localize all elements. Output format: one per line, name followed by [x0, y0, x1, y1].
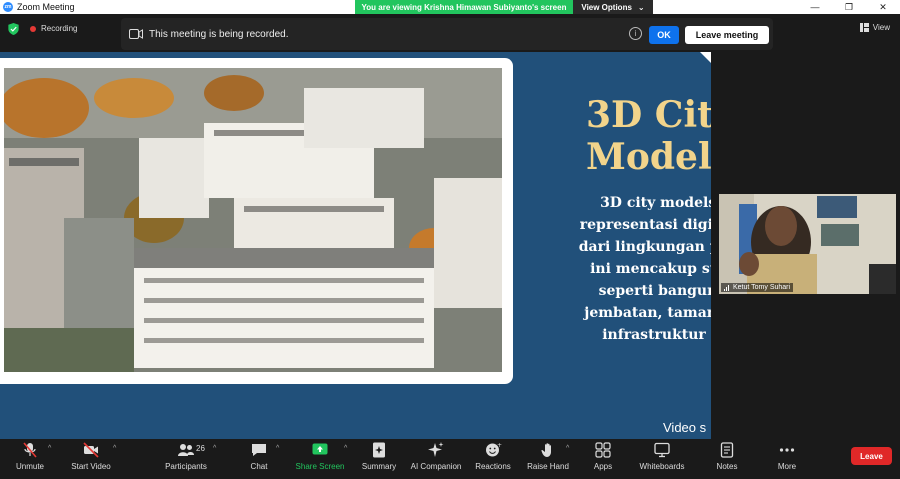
- more-label: More: [777, 462, 797, 471]
- audio-options-caret[interactable]: ^: [48, 445, 51, 452]
- slide-title-line: 3D Cit: [586, 94, 711, 136]
- more-dots-icon: [779, 448, 795, 452]
- raise-hand-label: Raise Hand: [527, 462, 569, 471]
- smiley-icon: +: [486, 442, 502, 457]
- zoom-window: zm Zoom Meeting — ❐ ✕ You are viewing Kr…: [0, 0, 900, 479]
- info-icon[interactable]: i: [629, 27, 642, 40]
- slide-corner-decoration: [700, 52, 711, 63]
- share-screen-label: Share Screen: [295, 462, 345, 471]
- grid-view-icon: [859, 23, 869, 32]
- raise-hand-button[interactable]: Raise Hand: [527, 441, 569, 475]
- chat-label: Chat: [250, 462, 268, 471]
- participants-label: Participants: [165, 462, 207, 471]
- slide-title: 3D Cit Model: [586, 94, 711, 178]
- apps-label: Apps: [593, 462, 613, 471]
- slide-body-line: seperti bangunan,: [598, 283, 711, 299]
- participants-count: 26: [196, 444, 205, 453]
- chat-button[interactable]: Chat: [248, 441, 270, 475]
- participants-options-caret[interactable]: ^: [213, 445, 216, 452]
- video-camera-off-icon: [83, 442, 99, 458]
- chat-bubble-icon: [252, 444, 266, 456]
- participant-video-tile[interactable]: Ketut Tomy Suhari: [719, 194, 896, 294]
- view-options-label: View Options: [581, 2, 632, 12]
- ai-companion-button[interactable]: AI Companion: [409, 441, 463, 475]
- whiteboards-label: Whiteboards: [639, 462, 685, 471]
- recording-notice: This meeting is being recorded. i OK Lea…: [121, 18, 773, 50]
- share-options-caret[interactable]: ^: [344, 445, 347, 452]
- slide-body-line: dari lingkungan perkot: [578, 239, 711, 255]
- svg-text:+: +: [497, 442, 502, 449]
- notes-icon: [720, 442, 734, 458]
- notes-button[interactable]: Notes: [714, 441, 740, 475]
- ok-button[interactable]: OK: [649, 26, 679, 44]
- slide-body-line: jembatan, taman, dan: [584, 305, 711, 321]
- window-title: Zoom Meeting: [17, 2, 75, 12]
- participants-icon: [178, 444, 194, 456]
- more-button[interactable]: More: [775, 441, 799, 475]
- unmute-label: Unmute: [15, 462, 44, 471]
- share-screen-icon: [312, 443, 328, 455]
- minimize-button[interactable]: —: [798, 0, 832, 14]
- slide-body: 3D city models ad representasi digital t…: [540, 192, 711, 346]
- share-screen-button[interactable]: Share Screen: [296, 441, 344, 475]
- sparkle-icon: [428, 442, 444, 457]
- slide-photo-frame: [0, 58, 513, 384]
- recording-indicator[interactable]: Recording: [30, 24, 77, 33]
- apps-button[interactable]: Apps: [592, 441, 614, 475]
- participant-video: [719, 194, 896, 294]
- notes-label: Notes: [716, 462, 738, 471]
- city-aerial-photo: [4, 68, 502, 372]
- summary-document-icon: [373, 442, 385, 458]
- view-button[interactable]: View: [859, 23, 890, 32]
- meeting-toolbar: Unmute ^ Start Video ^ Participants 26 ^: [0, 439, 900, 479]
- leave-meeting-button[interactable]: Leave meeting: [685, 26, 769, 44]
- start-video-label: Start Video: [71, 462, 111, 471]
- close-button[interactable]: ✕: [866, 0, 900, 14]
- participant-name-tag: Ketut Tomy Suhari: [721, 283, 794, 292]
- unmute-button[interactable]: Unmute: [14, 441, 46, 475]
- maximize-button[interactable]: ❐: [832, 0, 866, 14]
- signal-bars-icon: [724, 284, 729, 291]
- slide-footer-text: Video s: [663, 420, 707, 435]
- reactions-label: Reactions: [475, 462, 511, 471]
- reactions-button[interactable]: + Reactions: [474, 441, 512, 475]
- whiteboard-icon: [654, 442, 670, 458]
- shared-screen: 3D Cit Model 3D city models ad represent…: [0, 52, 711, 439]
- viewing-screen-text: You are viewing Krishna Himawan Subiyant…: [361, 2, 567, 12]
- view-label: View: [872, 23, 890, 32]
- viewing-screen-banner: You are viewing Krishna Himawan Subiyant…: [355, 0, 573, 14]
- shield-icon[interactable]: [8, 23, 19, 35]
- recording-label: Recording: [41, 24, 78, 33]
- view-options-button[interactable]: View Options ⌄: [573, 0, 653, 14]
- zoom-logo-icon: zm: [3, 2, 13, 12]
- microphone-muted-icon: [23, 442, 37, 458]
- hand-icon: [541, 443, 551, 457]
- slide-body-line: ini mencakup strukt: [590, 261, 711, 277]
- slide-title-line: Model: [586, 136, 711, 178]
- camera-icon: [129, 29, 143, 39]
- video-options-caret[interactable]: ^: [113, 445, 116, 452]
- participant-name: Ketut Tomy Suhari: [733, 284, 791, 291]
- slide-body-line: infrastruktur lair: [602, 327, 711, 343]
- summary-label: Summary: [361, 462, 397, 471]
- ai-companion-label: AI Companion: [410, 462, 462, 471]
- slide-body-line: 3D city models ad: [600, 195, 711, 211]
- raise-hand-options-caret[interactable]: ^: [566, 445, 569, 452]
- chevron-down-icon: ⌄: [637, 2, 645, 12]
- leave-button[interactable]: Leave: [851, 447, 892, 465]
- chat-options-caret[interactable]: ^: [276, 445, 279, 452]
- summary-button[interactable]: Summary: [361, 441, 397, 475]
- window-controls: — ❐ ✕: [798, 0, 900, 14]
- start-video-button[interactable]: Start Video: [70, 441, 112, 475]
- recording-notice-text: This meeting is being recorded.: [149, 28, 289, 40]
- whiteboards-button[interactable]: Whiteboards: [639, 441, 685, 475]
- slide-body-line: representasi digital tig: [579, 217, 711, 233]
- apps-icon: [595, 442, 611, 458]
- recording-dot-icon: [30, 25, 36, 32]
